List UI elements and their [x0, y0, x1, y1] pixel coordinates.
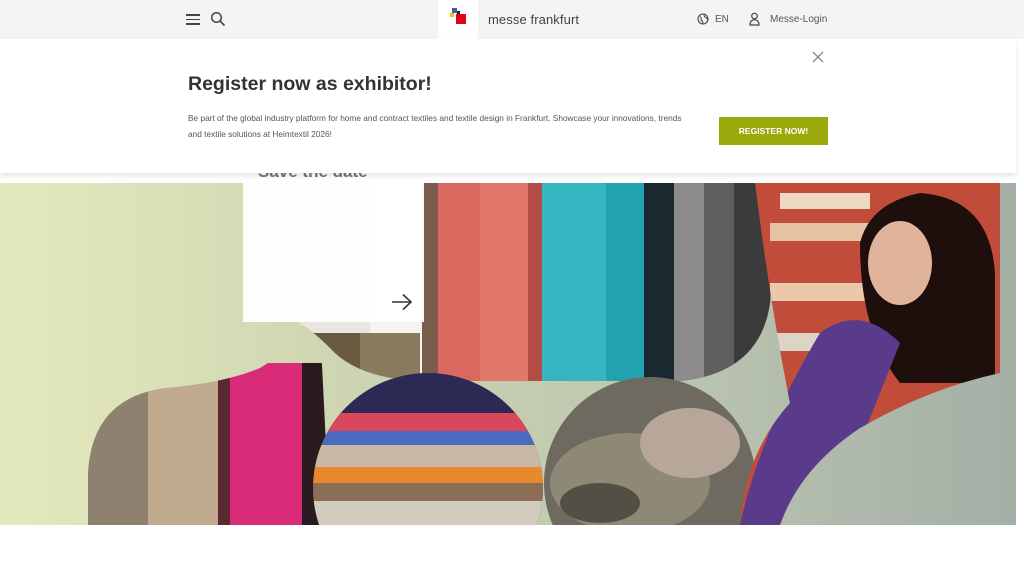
arrow-right-icon[interactable]: [391, 293, 413, 311]
hero-image: [0, 183, 1016, 525]
search-icon[interactable]: [210, 11, 226, 27]
login-link[interactable]: Messe-Login: [749, 10, 827, 28]
textiles-hero-illustration: [88, 183, 1000, 525]
user-icon: [749, 12, 760, 26]
close-icon[interactable]: [812, 51, 824, 63]
register-now-button[interactable]: REGISTER NOW!: [719, 117, 828, 145]
language-switcher[interactable]: EN: [697, 11, 729, 27]
register-banner: Register now as exhibitor! Be part of th…: [0, 39, 1016, 173]
language-label: EN: [715, 13, 729, 25]
login-label: Messe-Login: [770, 13, 828, 25]
banner-description: Be part of the global industry platform …: [188, 113, 682, 139]
brand-name[interactable]: messe frankfurt: [488, 12, 579, 27]
messe-frankfurt-logo-icon: [450, 8, 466, 24]
save-the-date-card[interactable]: [243, 183, 424, 322]
globe-icon: [697, 13, 709, 25]
banner-title: Register now as exhibitor!: [188, 73, 432, 95]
top-header: messe frankfurt EN Messe-Login: [0, 0, 1024, 39]
logo[interactable]: [438, 0, 478, 39]
menu-icon[interactable]: [186, 12, 200, 26]
